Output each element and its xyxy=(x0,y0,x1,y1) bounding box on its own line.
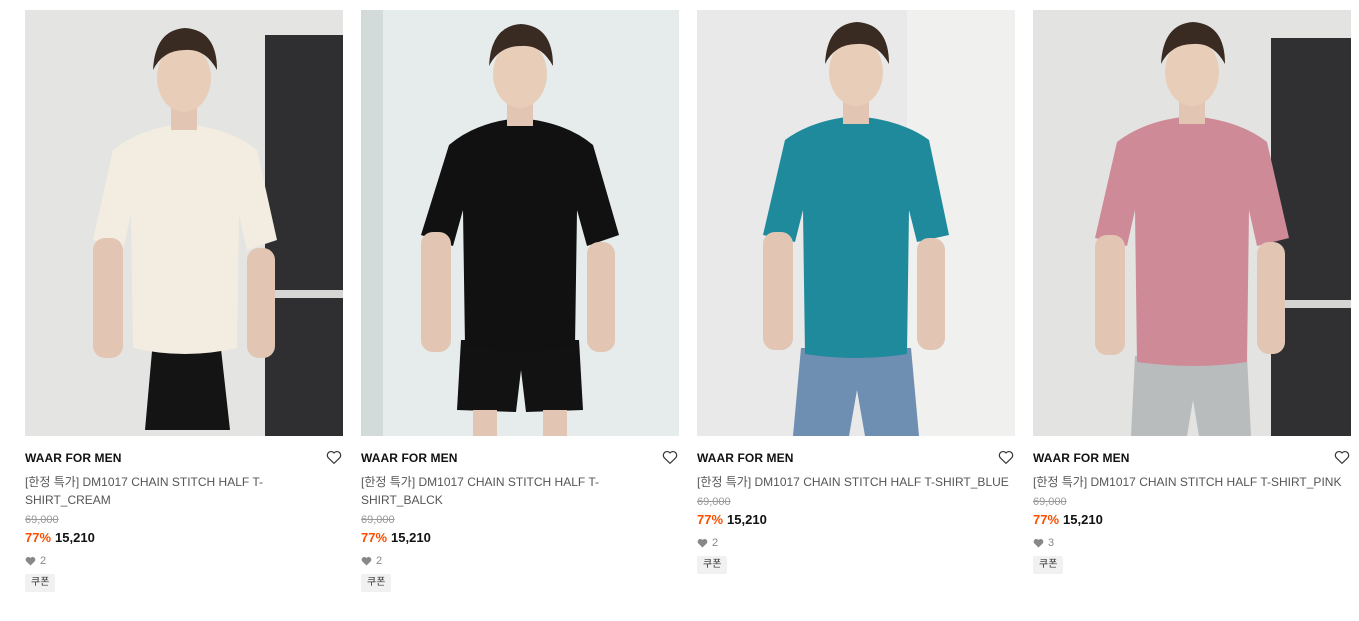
product-image[interactable] xyxy=(1033,10,1351,436)
like-heart-icon xyxy=(1033,538,1044,548)
wishlist-heart-icon[interactable] xyxy=(997,448,1015,466)
product-image[interactable] xyxy=(25,10,343,436)
model-photo xyxy=(361,10,679,436)
like-heart-icon xyxy=(25,556,36,566)
like-count-value: 2 xyxy=(376,555,383,567)
price-row: 77% 15,210 xyxy=(697,510,1015,529)
sale-price: 15,210 xyxy=(727,512,767,527)
original-price: 69,000 xyxy=(697,496,731,508)
model-photo xyxy=(697,10,1015,436)
discount-rate: 77% xyxy=(697,512,724,527)
product-info: WAAR FOR MEN [한정 특가] DM1017 CHAIN STITCH… xyxy=(25,436,343,592)
wishlist-heart-icon[interactable] xyxy=(325,448,343,466)
model-photo xyxy=(25,10,343,436)
original-price: 69,000 xyxy=(1033,496,1067,508)
product-card[interactable]: WAAR FOR MEN [한정 특가] DM1017 CHAIN STITCH… xyxy=(1033,10,1351,574)
price-row: 77% 15,210 xyxy=(361,528,679,547)
like-count-value: 2 xyxy=(712,537,719,549)
sale-price: 15,210 xyxy=(391,530,431,545)
like-heart-icon xyxy=(697,538,708,548)
product-card[interactable]: WAAR FOR MEN [한정 특가] DM1017 CHAIN STITCH… xyxy=(697,10,1015,574)
wishlist-heart-icon[interactable] xyxy=(661,448,679,466)
like-count-value: 3 xyxy=(1048,537,1055,549)
like-count: 3 xyxy=(1033,536,1351,550)
coupon-badge: 쿠폰 xyxy=(697,556,728,574)
product-name[interactable]: [한정 특가] DM1017 CHAIN STITCH HALF T-SHIRT… xyxy=(697,473,1015,491)
product-info: WAAR FOR MEN [한정 특가] DM1017 CHAIN STITCH… xyxy=(697,436,1015,574)
product-card[interactable]: WAAR FOR MEN [한정 특가] DM1017 CHAIN STITCH… xyxy=(361,10,679,592)
original-price: 69,000 xyxy=(25,514,59,526)
like-heart-icon xyxy=(361,556,372,566)
product-name[interactable]: [한정 특가] DM1017 CHAIN STITCH HALF T-SHIRT… xyxy=(361,473,661,509)
sale-price: 15,210 xyxy=(1063,512,1103,527)
product-card[interactable]: WAAR FOR MEN [한정 특가] DM1017 CHAIN STITCH… xyxy=(25,10,343,592)
like-count: 2 xyxy=(697,536,1015,550)
wishlist-heart-icon[interactable] xyxy=(1333,448,1351,466)
model-photo xyxy=(1033,10,1351,436)
like-count: 2 xyxy=(361,554,679,568)
original-price: 69,000 xyxy=(361,514,395,526)
brand-name[interactable]: WAAR FOR MEN xyxy=(697,450,1015,467)
product-name[interactable]: [한정 특가] DM1017 CHAIN STITCH HALF T-SHIRT… xyxy=(25,473,325,509)
price-row: 77% 15,210 xyxy=(25,528,343,547)
brand-name[interactable]: WAAR FOR MEN xyxy=(1033,450,1351,467)
discount-rate: 77% xyxy=(25,530,52,545)
brand-name[interactable]: WAAR FOR MEN xyxy=(361,450,679,467)
product-image[interactable] xyxy=(361,10,679,436)
coupon-badge: 쿠폰 xyxy=(1033,556,1064,574)
product-name[interactable]: [한정 특가] DM1017 CHAIN STITCH HALF T-SHIRT… xyxy=(1033,473,1351,491)
discount-rate: 77% xyxy=(1033,512,1060,527)
discount-rate: 77% xyxy=(361,530,388,545)
price-row: 77% 15,210 xyxy=(1033,510,1351,529)
photo-wall-panel xyxy=(361,10,383,436)
product-info: WAAR FOR MEN [한정 특가] DM1017 CHAIN STITCH… xyxy=(1033,436,1351,574)
brand-name[interactable]: WAAR FOR MEN xyxy=(25,450,343,467)
coupon-badge: 쿠폰 xyxy=(361,574,392,592)
product-info: WAAR FOR MEN [한정 특가] DM1017 CHAIN STITCH… xyxy=(361,436,679,592)
product-grid: WAAR FOR MEN [한정 특가] DM1017 CHAIN STITCH… xyxy=(0,0,1359,621)
like-count-value: 2 xyxy=(40,555,47,567)
sale-price: 15,210 xyxy=(55,530,95,545)
like-count: 2 xyxy=(25,554,343,568)
coupon-badge: 쿠폰 xyxy=(25,574,56,592)
product-image[interactable] xyxy=(697,10,1015,436)
photo-wall-panel xyxy=(265,35,343,436)
